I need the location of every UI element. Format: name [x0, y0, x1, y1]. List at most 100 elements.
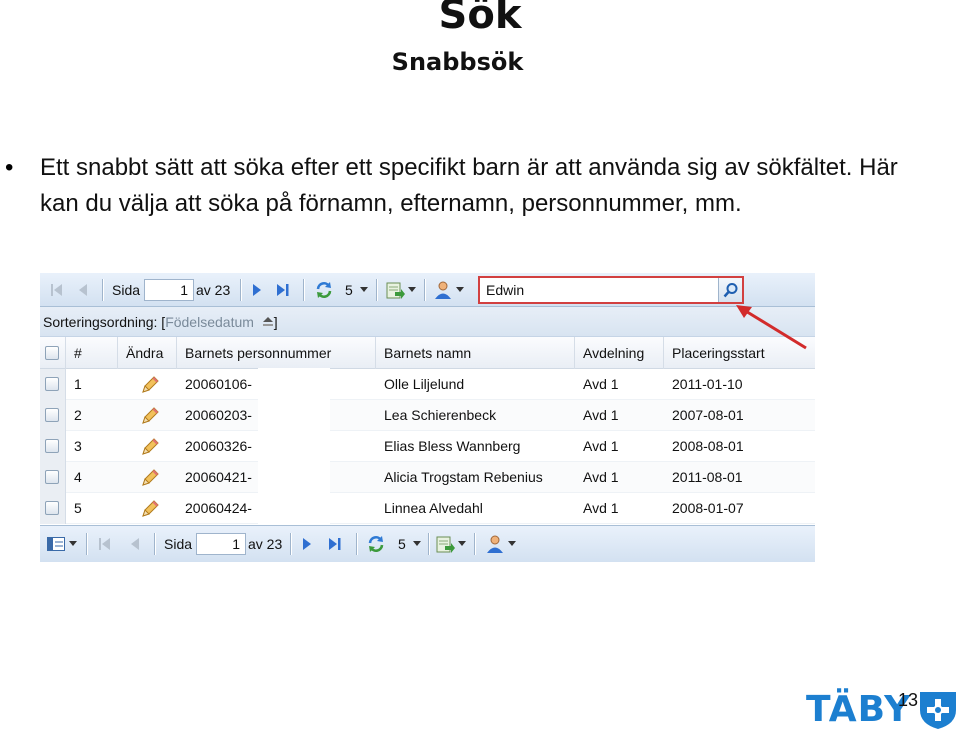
- table-row[interactable]: 2 20060203- Lea Schierenbeck Avd 1 2007-…: [40, 400, 815, 431]
- edit-pencil-icon[interactable]: [135, 431, 165, 462]
- taby-shield-icon: [920, 692, 956, 729]
- row-select-cell: [40, 462, 66, 493]
- page-total: av 23: [248, 536, 283, 552]
- row-select-cell: [40, 493, 66, 524]
- prev-page-icon[interactable]: [126, 534, 144, 554]
- sort-label: Sorteringsordning:: [43, 314, 158, 330]
- row-number: 5: [74, 500, 82, 516]
- toolbar-separator: [356, 533, 357, 555]
- search-field[interactable]: Edwin: [478, 276, 744, 304]
- row-checkbox[interactable]: [45, 501, 59, 515]
- edit-pencil-icon[interactable]: [135, 369, 165, 400]
- column-header-personnummer[interactable]: Barnets personnummer: [177, 337, 376, 369]
- prev-page-icon[interactable]: [74, 280, 92, 300]
- row-start-date: 2011-08-01: [672, 469, 743, 485]
- row-number: 3: [74, 438, 82, 454]
- page-number-input[interactable]: 1: [196, 533, 246, 555]
- page-size-value[interactable]: 5: [398, 534, 406, 554]
- grid-header: # Ändra Barnets personnummer Barnets nam…: [40, 337, 815, 369]
- toolbar-separator: [154, 533, 155, 555]
- row-checkbox[interactable]: [45, 377, 59, 391]
- page-size-value[interactable]: 5: [345, 280, 353, 300]
- toolbar-separator: [376, 279, 377, 301]
- row-department: Avd 1: [583, 376, 619, 392]
- logo-text: TÄBY: [806, 689, 912, 730]
- export-icon[interactable]: [434, 533, 456, 555]
- row-number: 2: [74, 407, 82, 423]
- row-start-date: 2007-08-01: [672, 407, 744, 423]
- edit-pencil-icon[interactable]: [135, 400, 165, 431]
- row-select-cell: [40, 369, 66, 400]
- row-checkbox[interactable]: [45, 470, 59, 484]
- page-number: 13: [898, 690, 919, 710]
- next-page-icon[interactable]: [248, 280, 266, 300]
- page-label: Sida: [112, 282, 141, 298]
- row-checkbox[interactable]: [45, 439, 59, 453]
- toolbar-separator: [424, 279, 425, 301]
- table-row[interactable]: 1 20060106- Olle Liljelund Avd 1 2011-01…: [40, 369, 815, 400]
- first-page-icon[interactable]: [96, 534, 114, 554]
- table-row[interactable]: 4 20060421- Alicia Trogstam Rebenius Avd…: [40, 462, 815, 493]
- row-department: Avd 1: [583, 438, 619, 454]
- row-start-date: 2008-01-07: [672, 500, 744, 516]
- page-size-dropdown-icon[interactable]: [411, 534, 423, 554]
- refresh-icon[interactable]: [365, 533, 387, 555]
- row-department: Avd 1: [583, 469, 619, 485]
- user-filter-icon[interactable]: [432, 279, 454, 301]
- slide-title: Sök: [438, 0, 522, 38]
- edit-pencil-icon[interactable]: [135, 493, 165, 524]
- first-page-icon[interactable]: [48, 280, 66, 300]
- export-dropdown-icon[interactable]: [406, 280, 418, 300]
- column-header-department[interactable]: Avdelning: [575, 337, 664, 369]
- row-number: 1: [74, 376, 82, 392]
- row-select-cell: [40, 400, 66, 431]
- page-size-dropdown-icon[interactable]: [358, 280, 370, 300]
- row-select-cell: [40, 431, 66, 462]
- row-name: Lea Schierenbeck: [384, 407, 497, 423]
- last-page-icon[interactable]: [326, 534, 344, 554]
- table-row[interactable]: 5 20060424- Linnea Alvedahl Avd 1 2008-0…: [40, 493, 815, 524]
- export-dropdown-icon[interactable]: [456, 534, 468, 554]
- sort-bracket-close: ]: [273, 314, 278, 330]
- select-all-checkbox[interactable]: [45, 346, 59, 360]
- column-header-name[interactable]: Barnets namn: [376, 337, 575, 369]
- bottom-toolbar: Sida 1 av 23 5: [40, 525, 815, 562]
- column-menu-dropdown-icon[interactable]: [67, 534, 79, 554]
- toolbar-separator: [428, 533, 429, 555]
- toolbar-separator: [474, 533, 475, 555]
- page-number-input[interactable]: 1: [144, 279, 194, 301]
- sort-order-bar: Sorteringsordning: [Födelsedatum ]: [40, 307, 815, 337]
- sort-field[interactable]: Födelsedatum: [165, 314, 254, 330]
- bullet-text: Ett snabbt sätt att söka efter ett speci…: [40, 154, 898, 217]
- column-menu-icon[interactable]: [45, 534, 67, 554]
- row-checkbox[interactable]: [45, 408, 59, 422]
- toolbar-separator: [86, 533, 87, 555]
- page-total: av 23: [196, 282, 231, 298]
- refresh-icon[interactable]: [313, 279, 335, 301]
- table-row[interactable]: 3 20060326- Elias Bless Wannberg Avd 1 2…: [40, 431, 815, 462]
- select-all-header[interactable]: [40, 337, 66, 369]
- search-input[interactable]: Edwin: [486, 278, 524, 302]
- user-filter-icon[interactable]: [484, 533, 506, 555]
- row-name: Elias Bless Wannberg: [384, 438, 521, 454]
- last-page-icon[interactable]: [274, 280, 292, 300]
- row-department: Avd 1: [583, 500, 619, 516]
- edit-pencil-icon[interactable]: [135, 462, 165, 493]
- search-button[interactable]: [718, 278, 742, 302]
- row-number: 4: [74, 469, 82, 485]
- row-department: Avd 1: [583, 407, 619, 423]
- column-header-number[interactable]: #: [66, 337, 118, 369]
- column-header-edit[interactable]: Ändra: [118, 337, 177, 369]
- toolbar-separator: [290, 533, 291, 555]
- bullet-dot-icon: •: [5, 154, 14, 181]
- user-filter-dropdown-icon[interactable]: [506, 534, 518, 554]
- children-grid: Sida 1 av 23 5 Edwin Sorteringsordning: …: [40, 273, 815, 562]
- user-filter-dropdown-icon[interactable]: [454, 280, 466, 300]
- row-start-date: 2011-01-10: [672, 376, 743, 392]
- slide-subtitle: Snabbsök: [391, 48, 524, 76]
- toolbar-separator: [240, 279, 241, 301]
- row-name: Olle Liljelund: [384, 376, 465, 392]
- next-page-icon[interactable]: [298, 534, 316, 554]
- export-icon[interactable]: [384, 279, 406, 301]
- sort-direction-icon[interactable]: [262, 308, 274, 338]
